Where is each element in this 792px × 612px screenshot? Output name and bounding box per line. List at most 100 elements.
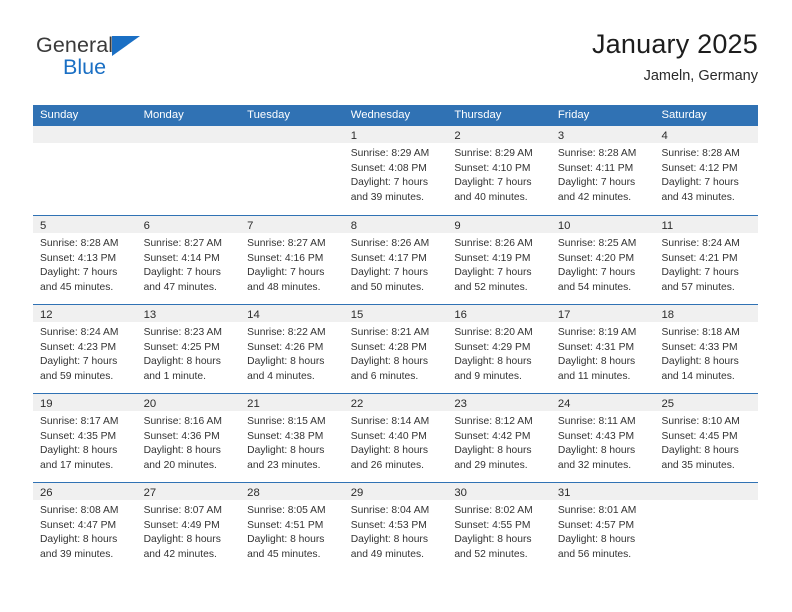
day-details: Sunrise: 8:22 AM Sunset: 4:26 PM Daylight:… bbox=[240, 322, 344, 384]
day-cell[interactable]: 23 Sunrise: 8:12 AM Sunset: 4:42 PM Dayligh… bbox=[447, 394, 551, 482]
day-cell[interactable]: 30 Sunrise: 8:02 AM Sunset: 4:55 PM Dayligh… bbox=[447, 483, 551, 571]
sunset-text: Sunset: 4:08 PM bbox=[350, 162, 427, 174]
sunset-text: Sunset: 4:17 PM bbox=[350, 252, 427, 264]
calendar-week-row: 1 Sunrise: 8:29 AM Sunset: 4:08 PM Daylight… bbox=[33, 126, 759, 215]
day-details: Sunrise: 8:28 AM Sunset: 4:13 PM Daylight:… bbox=[33, 233, 137, 295]
day-cell[interactable]: 28 Sunrise: 8:05 AM Sunset: 4:51 PM Dayligh… bbox=[240, 483, 344, 571]
weekday-tuesday: Tuesday bbox=[247, 109, 291, 121]
daylight-text: and 23 minutes. bbox=[247, 459, 321, 471]
daylight-text: Daylight: 8 hours bbox=[247, 534, 325, 546]
calendar-week-row: 26 Sunrise: 8:08 AM Sunset: 4:47 PM Dayligh… bbox=[33, 482, 759, 571]
day-cell[interactable]: 14 Sunrise: 8:22 AM Sunset: 4:26 PM Dayligh… bbox=[240, 305, 344, 393]
sunrise-text: Sunrise: 8:14 AM bbox=[350, 416, 430, 427]
day-details: Sunrise: 8:26 AM Sunset: 4:19 PM Daylight:… bbox=[447, 233, 551, 295]
sunrise-text: Sunrise: 8:26 AM bbox=[454, 238, 533, 249]
sunrise-text: Sunrise: 8:07 AM bbox=[143, 505, 222, 516]
day-number-band: 22 bbox=[343, 394, 448, 411]
day-cell[interactable]: 4 Sunrise: 8:28 AM Sunset: 4:12 PM Daylight… bbox=[654, 126, 759, 215]
day-number-band bbox=[240, 126, 344, 143]
day-number-band: 18 bbox=[654, 305, 759, 322]
daylight-text: Daylight: 8 hours bbox=[454, 356, 532, 368]
sunset-text: Sunset: 4:10 PM bbox=[454, 162, 531, 174]
daylight-text: Daylight: 8 hours bbox=[40, 445, 118, 457]
day-cell[interactable]: 31 Sunrise: 8:01 AM Sunset: 4:57 PM Dayligh… bbox=[550, 483, 655, 571]
page-title: January 2025 bbox=[591, 29, 758, 59]
sunrise-text: Sunrise: 8:04 AM bbox=[350, 505, 430, 516]
sunrise-text: Sunrise: 8:05 AM bbox=[247, 505, 326, 516]
day-cell[interactable]: 26 Sunrise: 8:08 AM Sunset: 4:47 PM Dayligh… bbox=[33, 483, 137, 571]
daylight-text: and 43 minutes. bbox=[661, 191, 735, 203]
general-blue-logo[interactable]: General Blue bbox=[36, 33, 276, 91]
day-details: Sunrise: 8:27 AM Sunset: 4:16 PM Daylight:… bbox=[240, 233, 344, 295]
daylight-text: Daylight: 7 hours bbox=[661, 177, 739, 189]
daylight-text: Daylight: 8 hours bbox=[661, 445, 739, 457]
sunset-text: Sunset: 4:19 PM bbox=[454, 252, 531, 264]
daylight-text: and 32 minutes. bbox=[557, 459, 632, 471]
day-cell[interactable]: 1 Sunrise: 8:29 AM Sunset: 4:08 PM Daylight… bbox=[343, 126, 448, 215]
day-details: Sunrise: 8:01 AM Sunset: 4:57 PM Daylight:… bbox=[551, 500, 655, 562]
day-cell[interactable]: 17 Sunrise: 8:19 AM Sunset: 4:31 PM Dayligh… bbox=[550, 305, 655, 393]
day-number: 28 bbox=[247, 487, 260, 499]
day-number: 12 bbox=[40, 309, 53, 321]
day-number: 26 bbox=[40, 487, 53, 499]
day-cell[interactable]: 20 Sunrise: 8:16 AM Sunset: 4:36 PM Dayligh… bbox=[136, 394, 241, 482]
page-header: General Blue January 2025 Jameln, German… bbox=[33, 28, 758, 98]
day-details: Sunrise: 8:14 AM Sunset: 4:40 PM Daylight:… bbox=[344, 411, 448, 473]
daylight-text: and 11 minutes. bbox=[557, 370, 631, 382]
daylight-text: Daylight: 8 hours bbox=[557, 534, 636, 546]
day-cell[interactable]: 8 Sunrise: 8:26 AM Sunset: 4:17 PM Daylight… bbox=[343, 216, 448, 304]
day-cell[interactable]: 22 Sunrise: 8:14 AM Sunset: 4:40 PM Dayligh… bbox=[343, 394, 448, 482]
calendar-week-row: 5 Sunrise: 8:28 AM Sunset: 4:13 PM Daylight… bbox=[33, 215, 759, 304]
sunrise-text: Sunrise: 8:18 AM bbox=[661, 327, 740, 338]
daylight-text: and 48 minutes. bbox=[247, 281, 321, 293]
daylight-text: Daylight: 8 hours bbox=[247, 356, 325, 368]
day-cell[interactable]: 6 Sunrise: 8:27 AM Sunset: 4:14 PM Daylight… bbox=[136, 216, 241, 304]
sunset-text: Sunset: 4:38 PM bbox=[247, 430, 324, 442]
day-cell[interactable]: 27 Sunrise: 8:07 AM Sunset: 4:49 PM Dayligh… bbox=[136, 483, 241, 571]
day-number-band: 20 bbox=[136, 394, 241, 411]
sunset-text: Sunset: 4:20 PM bbox=[557, 252, 635, 264]
day-number-band bbox=[136, 126, 241, 143]
day-cell[interactable]: 15 Sunrise: 8:21 AM Sunset: 4:28 PM Dayligh… bbox=[343, 305, 448, 393]
day-cell[interactable]: 11 Sunrise: 8:24 AM Sunset: 4:21 PM Dayligh… bbox=[654, 216, 759, 304]
day-number: 27 bbox=[143, 487, 157, 499]
daylight-text: Daylight: 8 hours bbox=[350, 356, 429, 368]
day-details: Sunrise: 8:24 AM Sunset: 4:21 PM Daylight:… bbox=[654, 233, 758, 295]
daylight-text: and 6 minutes. bbox=[350, 370, 419, 382]
day-cell[interactable]: 19 Sunrise: 8:17 AM Sunset: 4:35 PM Dayligh… bbox=[33, 394, 137, 482]
day-cell[interactable]: 29 Sunrise: 8:04 AM Sunset: 4:53 PM Dayligh… bbox=[343, 483, 448, 571]
daylight-text: and 47 minutes. bbox=[143, 281, 217, 293]
sunrise-text: Sunrise: 8:29 AM bbox=[454, 148, 533, 159]
daylight-text: Daylight: 8 hours bbox=[350, 445, 429, 457]
day-cell[interactable]: 2 Sunrise: 8:29 AM Sunset: 4:10 PM Daylight… bbox=[447, 126, 551, 215]
day-cell[interactable]: 3 Sunrise: 8:28 AM Sunset: 4:11 PM Daylight… bbox=[550, 126, 655, 215]
sunrise-text: Sunrise: 8:28 AM bbox=[40, 238, 119, 249]
day-cell[interactable]: 25 Sunrise: 8:10 AM Sunset: 4:45 PM Dayligh… bbox=[654, 394, 759, 482]
daylight-text: and 52 minutes. bbox=[454, 281, 528, 293]
day-cell[interactable]: 12 Sunrise: 8:24 AM Sunset: 4:23 PM Dayligh… bbox=[33, 305, 137, 393]
day-cell[interactable]: 5 Sunrise: 8:28 AM Sunset: 4:13 PM Daylight… bbox=[33, 216, 137, 304]
daylight-text: and 4 minutes. bbox=[247, 370, 315, 382]
day-details: Sunrise: 8:11 AM Sunset: 4:43 PM Daylight:… bbox=[551, 411, 655, 473]
day-cell[interactable]: 7 Sunrise: 8:27 AM Sunset: 4:16 PM Daylight… bbox=[240, 216, 344, 304]
day-cell[interactable]: 24 Sunrise: 8:11 AM Sunset: 4:43 PM Dayligh… bbox=[550, 394, 655, 482]
day-number-band: 8 bbox=[343, 216, 448, 233]
day-number: 20 bbox=[143, 398, 157, 410]
day-number-band: 17 bbox=[550, 305, 655, 322]
day-cell[interactable]: 21 Sunrise: 8:15 AM Sunset: 4:38 PM Dayligh… bbox=[240, 394, 344, 482]
day-number-band: 6 bbox=[136, 216, 241, 233]
daylight-text: Daylight: 8 hours bbox=[661, 356, 739, 368]
day-number: 4 bbox=[661, 130, 668, 142]
sunset-text: Sunset: 4:49 PM bbox=[143, 519, 220, 531]
sunrise-text: Sunrise: 8:08 AM bbox=[40, 505, 119, 516]
day-cell[interactable]: 16 Sunrise: 8:20 AM Sunset: 4:29 PM Dayligh… bbox=[447, 305, 551, 393]
day-cell[interactable]: 18 Sunrise: 8:18 AM Sunset: 4:33 PM Dayligh… bbox=[654, 305, 759, 393]
day-cell[interactable]: 13 Sunrise: 8:23 AM Sunset: 4:25 PM Dayligh… bbox=[136, 305, 241, 393]
title-block: January 2025 Jameln, Germany bbox=[338, 28, 758, 87]
daylight-text: and 39 minutes. bbox=[40, 548, 114, 560]
day-number: 22 bbox=[350, 398, 364, 410]
day-number: 31 bbox=[557, 487, 571, 499]
day-cell[interactable]: 10 Sunrise: 8:25 AM Sunset: 4:20 PM Dayligh… bbox=[550, 216, 655, 304]
day-cell[interactable]: 9 Sunrise: 8:26 AM Sunset: 4:19 PM Daylight… bbox=[447, 216, 551, 304]
daylight-text: Daylight: 8 hours bbox=[454, 534, 532, 546]
